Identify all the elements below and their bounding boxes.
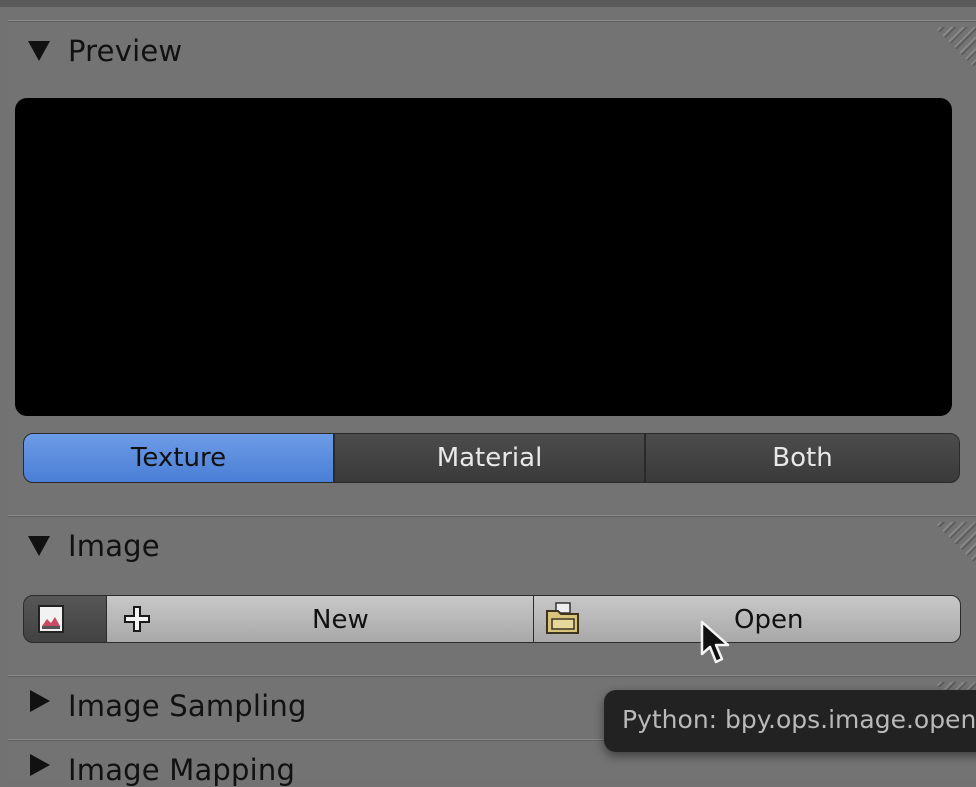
panel-drag-grip-icon[interactable] <box>934 27 976 69</box>
panel-title-preview: Preview <box>68 34 183 68</box>
image-browse-button[interactable] <box>23 595 107 643</box>
open-button-label: Open <box>734 605 804 635</box>
image-browse-icon <box>38 605 64 633</box>
tooltip-text: Python: bpy.ops.image.open <box>622 705 976 734</box>
new-image-button[interactable]: New <box>106 595 534 643</box>
folder-open-icon <box>546 602 579 634</box>
panel-title-image-sampling: Image Sampling <box>68 689 307 723</box>
plus-icon <box>124 606 150 632</box>
new-button-label: New <box>312 605 369 635</box>
disclosure-triangle-right-icon[interactable] <box>30 754 50 776</box>
preview-canvas <box>15 98 952 416</box>
open-image-button[interactable]: Open <box>533 595 961 643</box>
disclosure-triangle-right-icon[interactable] <box>30 690 50 712</box>
python-tooltip: Python: bpy.ops.image.open <box>604 690 976 752</box>
tab-texture-label: Texture <box>130 443 227 473</box>
tab-both-label: Both <box>772 443 833 473</box>
tab-material-label: Material <box>436 443 543 473</box>
preview-panel-header[interactable]: Preview <box>8 21 976 75</box>
top-strip <box>0 0 976 7</box>
disclosure-triangle-down-icon[interactable] <box>28 41 50 61</box>
tab-texture[interactable]: Texture <box>23 433 334 483</box>
panel-title-image: Image <box>68 529 160 563</box>
tab-both[interactable]: Both <box>645 433 960 483</box>
panel-title-image-mapping: Image Mapping <box>68 753 296 787</box>
image-panel-header[interactable]: Image <box>8 516 976 570</box>
tab-material[interactable]: Material <box>334 433 645 483</box>
mouse-cursor-icon <box>700 620 730 664</box>
panel-drag-grip-icon[interactable] <box>934 522 976 564</box>
disclosure-triangle-down-icon[interactable] <box>28 536 50 556</box>
